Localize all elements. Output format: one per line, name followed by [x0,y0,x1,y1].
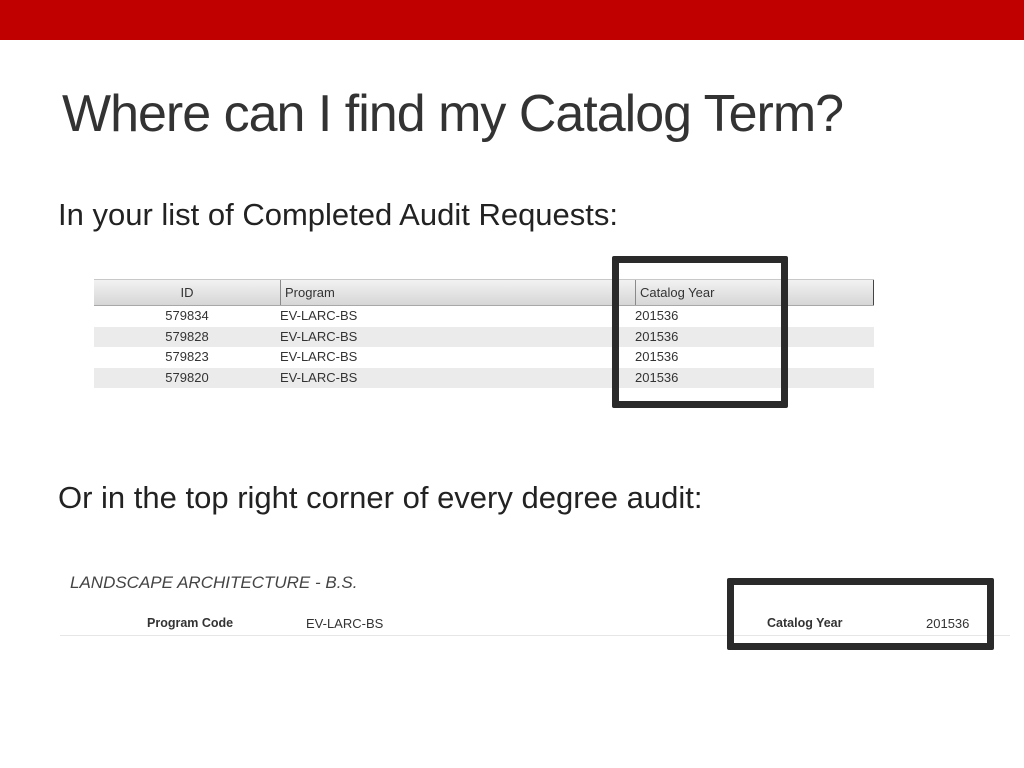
catalog-year-field-highlight [727,578,994,650]
column-header-id[interactable]: ID [94,280,280,305]
degree-audit-title: LANDSCAPE ARCHITECTURE - B.S. [70,573,358,592]
cell-program: EV-LARC-BS [280,369,358,385]
program-code-value: EV-LARC-BS [306,616,384,631]
program-code-label: Program Code [147,616,234,630]
cell-program: EV-LARC-BS [280,349,358,364]
top-accent-bar [0,0,1024,40]
slide-title: Where can I find my Catalog Term? [62,85,844,143]
cell-id: 579834 [165,308,209,323]
cell-id: 579823 [165,349,209,364]
catalog-year-column-highlight [612,256,788,408]
column-header-program[interactable]: Program [280,280,635,305]
cell-program: EV-LARC-BS [280,328,358,344]
cell-program: EV-LARC-BS [280,308,358,323]
cell-id: 579828 [165,328,209,344]
caption-degree-audit: Or in the top right corner of every degr… [58,480,703,515]
cell-id: 579820 [165,369,209,385]
caption-completed-audit-requests: In your list of Completed Audit Requests… [58,197,619,232]
